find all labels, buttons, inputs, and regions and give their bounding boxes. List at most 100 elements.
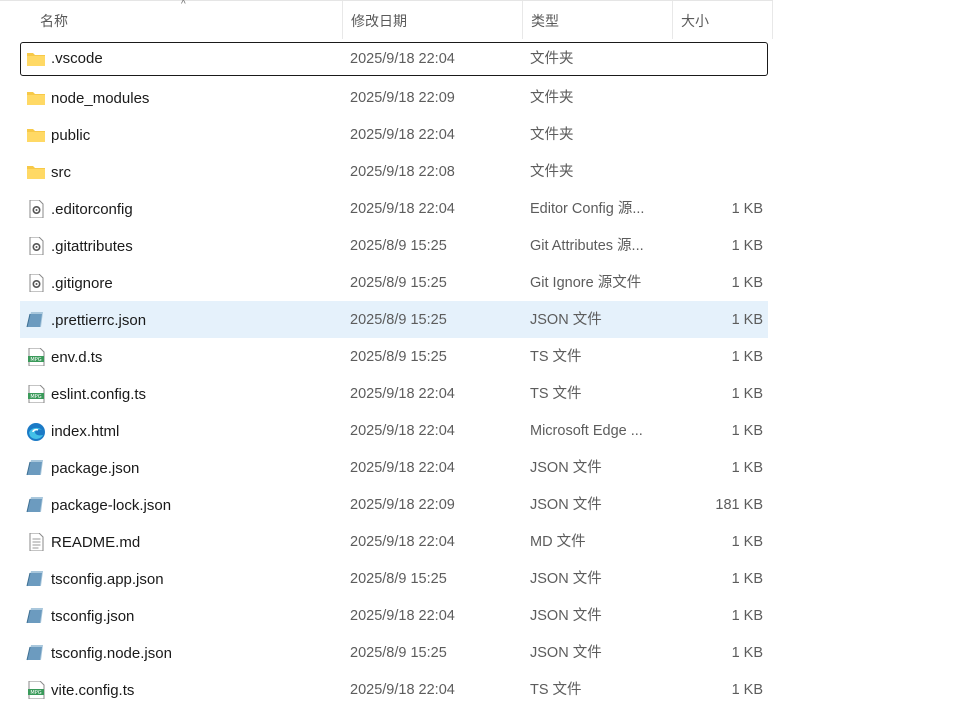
column-header-name[interactable]: 名称 <box>32 1 343 39</box>
file-type: JSON 文件 <box>530 460 602 476</box>
config-file-icon <box>26 200 46 218</box>
file-modified-date: 2025/9/18 22:08 <box>350 164 455 180</box>
file-name: .gitignore <box>51 275 113 292</box>
ts-file-icon: MPG <box>26 385 46 403</box>
file-type: JSON 文件 <box>530 608 602 624</box>
file-type: 文件夹 <box>530 164 574 180</box>
file-type: 文件夹 <box>530 127 574 143</box>
svg-text:MPG: MPG <box>30 357 41 363</box>
file-name: .prettierrc.json <box>51 312 147 329</box>
file-size: 1 KB <box>731 608 763 624</box>
file-size: 1 KB <box>731 682 763 698</box>
file-name: .gitattributes <box>51 238 133 255</box>
file-name: tsconfig.node.json <box>51 645 172 662</box>
file-name: package-lock.json <box>51 497 172 514</box>
config-file-icon <box>26 274 46 292</box>
file-modified-date: 2025/9/18 22:04 <box>350 386 455 402</box>
column-header-size-label: 大小 <box>681 13 709 29</box>
json-file-icon <box>26 644 46 662</box>
file-modified-date: 2025/8/9 15:25 <box>350 645 447 661</box>
folder-icon <box>26 89 46 107</box>
file-modified-date: 2025/8/9 15:25 <box>350 312 447 328</box>
edge-icon <box>26 422 46 441</box>
file-size: 1 KB <box>731 312 763 328</box>
column-header-modified[interactable]: 修改日期 <box>343 1 523 39</box>
file-row[interactable]: index.html 2025/9/18 22:04 Microsoft Edge … <box>20 412 768 449</box>
file-type: JSON 文件 <box>530 312 602 328</box>
file-modified-date: 2025/9/18 22:04 <box>350 534 455 550</box>
file-name: eslint.config.ts <box>51 386 147 403</box>
file-row[interactable]: tsconfig.app.json 2025/8/9 15:25 JSON 文件 1 … <box>20 560 768 597</box>
file-modified-date: 2025/9/18 22:04 <box>350 201 455 217</box>
file-name: vite.config.ts <box>51 682 135 699</box>
file-name: package.json <box>51 460 140 477</box>
file-name: node_modules <box>51 90 150 107</box>
text-file-icon <box>26 533 46 551</box>
column-header-type[interactable]: 类型 <box>523 1 673 39</box>
file-type: JSON 文件 <box>530 645 602 661</box>
file-modified-date: 2025/8/9 15:25 <box>350 349 447 365</box>
json-file-icon <box>26 311 46 329</box>
file-modified-date: 2025/9/18 22:09 <box>350 497 455 513</box>
file-row[interactable]: MPG vite.config.ts 2025/9/18 22:04 TS 文件 1 K… <box>20 671 768 708</box>
file-type: TS 文件 <box>530 386 582 402</box>
file-type: JSON 文件 <box>530 571 602 587</box>
file-row[interactable]: public 2025/9/18 22:04 文件夹 <box>20 116 768 153</box>
file-row[interactable]: MPG eslint.config.ts 2025/9/18 22:04 TS 文件 1… <box>20 375 768 412</box>
file-list: .vscode 2025/9/18 22:04 文件夹 node_modules 202… <box>20 42 768 708</box>
file-size: 1 KB <box>731 275 763 291</box>
file-size: 1 KB <box>731 460 763 476</box>
file-size: 1 KB <box>731 571 763 587</box>
file-type: JSON 文件 <box>530 497 602 513</box>
file-row[interactable]: package-lock.json 2025/9/18 22:09 JSON 文件 1… <box>20 486 768 523</box>
file-row[interactable]: tsconfig.json 2025/9/18 22:04 JSON 文件 1 KB <box>20 597 768 634</box>
file-type: 文件夹 <box>530 90 574 106</box>
file-name: index.html <box>51 423 120 440</box>
file-modified-date: 2025/9/18 22:04 <box>350 127 455 143</box>
file-row[interactable]: package.json 2025/9/18 22:04 JSON 文件 1 KB <box>20 449 768 486</box>
column-header-size[interactable]: 大小 <box>673 1 773 39</box>
file-size: 1 KB <box>731 349 763 365</box>
file-row[interactable]: node_modules 2025/9/18 22:09 文件夹 <box>20 79 768 116</box>
ts-file-icon: MPG <box>26 681 46 699</box>
json-file-icon <box>26 570 46 588</box>
file-name: tsconfig.json <box>51 608 135 625</box>
file-row[interactable]: tsconfig.node.json 2025/8/9 15:25 JSON 文件 1… <box>20 634 768 671</box>
file-modified-date: 2025/8/9 15:25 <box>350 571 447 587</box>
file-type: Git Attributes 源... <box>530 238 644 254</box>
file-row[interactable]: .prettierrc.json 2025/8/9 15:25 JSON 文件 1 K… <box>20 301 768 338</box>
column-header-bar: 名称 ^ 修改日期 类型 大小 <box>0 0 773 39</box>
config-file-icon <box>26 237 46 255</box>
file-size: 181 KB <box>715 497 763 513</box>
json-file-icon <box>26 459 46 477</box>
file-row[interactable]: README.md 2025/9/18 22:04 MD 文件 1 KB <box>20 523 768 560</box>
file-row[interactable]: .gitattributes 2025/8/9 15:25 Git Attribut… <box>20 227 768 264</box>
folder-icon <box>26 126 46 144</box>
ts-file-icon: MPG <box>26 348 46 366</box>
json-file-icon <box>26 607 46 625</box>
folder-icon <box>26 163 46 181</box>
svg-text:MPG: MPG <box>30 690 41 696</box>
file-type: Microsoft Edge ... <box>530 423 643 439</box>
file-name: src <box>51 164 71 181</box>
file-row[interactable]: .gitignore 2025/8/9 15:25 Git Ignore 源文件 1 … <box>20 264 768 301</box>
file-row[interactable]: src 2025/9/18 22:08 文件夹 <box>20 153 768 190</box>
column-header-modified-label: 修改日期 <box>351 13 407 29</box>
file-row[interactable]: MPG env.d.ts 2025/8/9 15:25 TS 文件 1 KB <box>20 338 768 375</box>
file-row[interactable]: .vscode 2025/9/18 22:04 文件夹 <box>20 42 768 76</box>
file-modified-date: 2025/9/18 22:04 <box>350 460 455 476</box>
file-modified-date: 2025/9/18 22:04 <box>350 682 455 698</box>
file-modified-date: 2025/8/9 15:25 <box>350 238 447 254</box>
file-name: README.md <box>51 534 141 551</box>
file-modified-date: 2025/8/9 15:25 <box>350 275 447 291</box>
file-type: TS 文件 <box>530 349 582 365</box>
file-row[interactable]: .editorconfig 2025/9/18 22:04 Editor Confi… <box>20 190 768 227</box>
file-size: 1 KB <box>731 534 763 550</box>
file-size: 1 KB <box>731 386 763 402</box>
json-file-icon <box>26 496 46 514</box>
file-name: public <box>51 127 91 144</box>
file-modified-date: 2025/9/18 22:04 <box>350 51 455 67</box>
file-name: .vscode <box>51 50 103 67</box>
file-size: 1 KB <box>731 201 763 217</box>
file-modified-date: 2025/9/18 22:09 <box>350 90 455 106</box>
